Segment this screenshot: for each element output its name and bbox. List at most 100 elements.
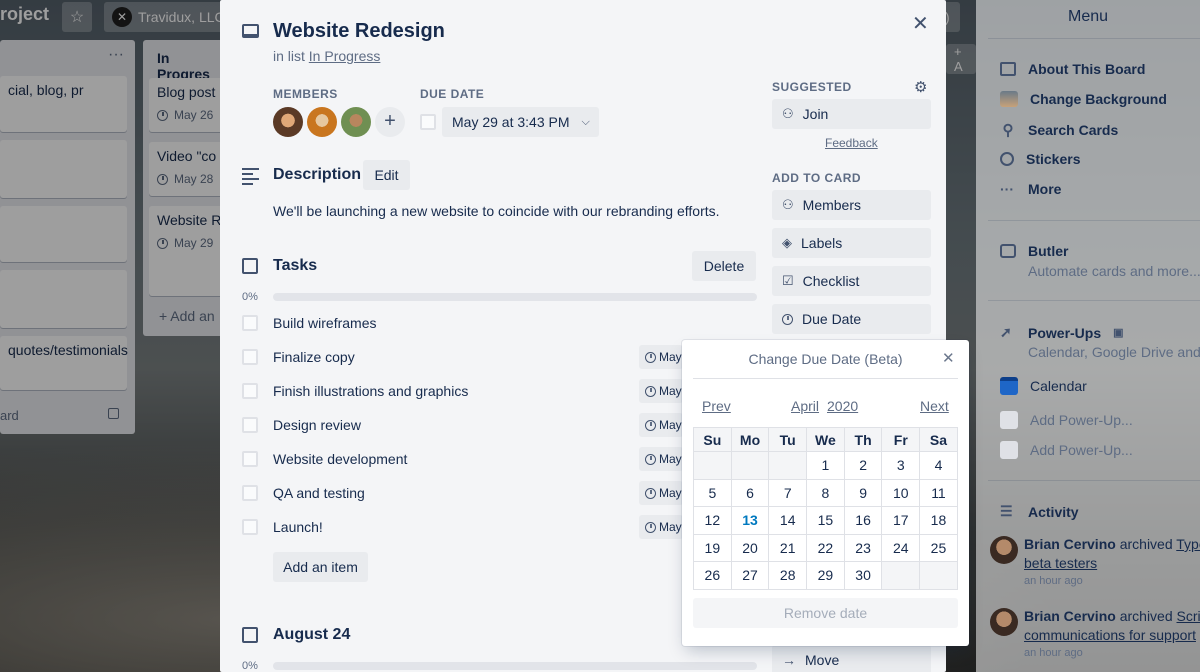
calendar-day[interactable]: 25 — [919, 533, 958, 562]
avatar[interactable] — [990, 608, 1018, 636]
calendar-day[interactable]: 24 — [881, 533, 921, 562]
activity-target[interactable]: Scrip — [1177, 608, 1200, 624]
activity-user[interactable]: Brian Cervino — [1024, 536, 1116, 552]
feedback-link[interactable]: Feedback — [825, 136, 878, 150]
power-up-calendar[interactable]: Calendar — [1000, 377, 1087, 395]
gear-icon[interactable]: ⚙ — [914, 78, 927, 96]
checklist-item-checkbox[interactable] — [242, 315, 258, 331]
item-due-badge[interactable]: May — [639, 481, 683, 505]
close-icon[interactable]: ✕ — [912, 14, 929, 34]
calendar-day[interactable]: 19 — [693, 533, 732, 562]
due-date-button[interactable]: May 29 at 3:43 PM ⌵ — [442, 107, 599, 137]
item-due-badge[interactable]: May — [639, 447, 683, 471]
calendar-day[interactable]: 9 — [843, 478, 883, 507]
menu-item-more[interactable]: ··· More — [1000, 181, 1061, 197]
due-date-side-button[interactable]: Due Date — [772, 304, 931, 334]
calendar-day[interactable]: 18 — [919, 506, 958, 535]
member-avatar[interactable] — [273, 107, 303, 137]
move-button[interactable]: → Move — [772, 645, 931, 672]
calendar-day[interactable]: 17 — [881, 506, 921, 535]
item-due-badge[interactable]: May — [639, 413, 683, 437]
calendar-day[interactable]: 29 — [806, 561, 845, 590]
card-title[interactable]: Website Redesign — [273, 20, 445, 43]
activity-target[interactable]: beta testers — [1024, 555, 1097, 571]
add-power-up[interactable]: Add Power-Up... — [1000, 441, 1133, 459]
activity-user[interactable]: Brian Cervino — [1024, 608, 1116, 624]
item-due-badge[interactable]: May — [639, 379, 683, 403]
edit-description-button[interactable]: Edit — [363, 160, 410, 190]
checklist-item-text[interactable]: Finalize copy — [273, 349, 355, 365]
calendar-day[interactable]: 1 — [806, 451, 845, 480]
menu-item-search-cards[interactable]: ⚲ Search Cards — [1000, 121, 1119, 139]
activity-time[interactable]: an hour ago — [1024, 575, 1083, 587]
members-button[interactable]: ⚇ Members — [772, 190, 931, 220]
calendar-day[interactable]: 4 — [919, 451, 958, 480]
month-select[interactable]: April — [791, 398, 819, 414]
calendar-day[interactable]: 13 — [730, 506, 770, 535]
calendar-day[interactable]: 10 — [881, 478, 921, 507]
avatar[interactable] — [990, 536, 1018, 564]
add-power-up[interactable]: Add Power-Up... — [1000, 411, 1133, 429]
calendar-day[interactable]: 2 — [843, 451, 883, 480]
calendar-day[interactable]: 26 — [693, 561, 732, 590]
calendar-day[interactable]: 7 — [768, 478, 808, 507]
calendar-day[interactable]: 21 — [768, 533, 808, 562]
member-avatar[interactable] — [307, 107, 337, 137]
checklist-item-checkbox[interactable] — [242, 485, 258, 501]
checklist-item-text[interactable]: Launch! — [273, 519, 323, 535]
checklist-item-checkbox[interactable] — [242, 383, 258, 399]
calendar-day[interactable]: 11 — [919, 478, 958, 507]
checklist-item-checkbox[interactable] — [242, 451, 258, 467]
calendar-day[interactable]: 8 — [806, 478, 845, 507]
calendar-day[interactable]: 14 — [768, 506, 808, 535]
add-member-button[interactable]: + — [375, 107, 405, 137]
menu-item-butler[interactable]: Butler — [1000, 243, 1068, 259]
activity-time[interactable]: an hour ago — [1024, 647, 1083, 659]
checklist-item-text[interactable]: Website development — [273, 451, 407, 467]
checklist-item-text[interactable]: Build wireframes — [273, 315, 376, 331]
menu-item-stickers[interactable]: Stickers — [1000, 151, 1080, 167]
calendar-day[interactable]: 28 — [768, 561, 808, 590]
join-button[interactable]: ⚇ Join — [772, 99, 931, 129]
calendar-day[interactable]: 23 — [843, 533, 883, 562]
checklist-item-text[interactable]: QA and testing — [273, 485, 365, 501]
description-text[interactable]: We'll be launching a new website to coin… — [273, 203, 720, 219]
checklist-item-checkbox[interactable] — [242, 519, 258, 535]
menu-item-about[interactable]: About This Board — [1000, 61, 1145, 77]
prev-month-button[interactable]: Prev — [702, 398, 731, 414]
in-list-prefix: in list — [273, 48, 305, 64]
remove-date-button[interactable]: Remove date — [693, 598, 958, 628]
item-due-badge[interactable]: May — [639, 345, 683, 369]
calendar-day[interactable]: 15 — [806, 506, 845, 535]
member-avatar[interactable] — [341, 107, 371, 137]
item-due-badge[interactable]: May — [639, 515, 683, 539]
menu-item-change-background[interactable]: Change Background — [1000, 91, 1167, 107]
calendar-day[interactable]: 27 — [730, 561, 770, 590]
add-item-button[interactable]: Add an item — [273, 552, 368, 582]
checklist-item-checkbox[interactable] — [242, 349, 258, 365]
calendar-day[interactable]: 5 — [693, 478, 732, 507]
calendar-day[interactable]: 12 — [693, 506, 732, 535]
calendar-day[interactable]: 16 — [843, 506, 883, 535]
activity-target[interactable]: communications for support — [1024, 627, 1196, 643]
list-link[interactable]: In Progress — [309, 48, 381, 64]
checklist-item-text[interactable]: Design review — [273, 417, 361, 433]
next-month-button[interactable]: Next — [920, 398, 949, 414]
labels-button[interactable]: ◈ Labels — [772, 228, 931, 258]
menu-item-power-ups[interactable]: ➚ Power-Ups ▣ — [1000, 324, 1124, 341]
calendar-day[interactable]: 22 — [806, 533, 845, 562]
calendar-day[interactable]: 3 — [881, 451, 921, 480]
checklist-item-checkbox[interactable] — [242, 417, 258, 433]
year-select[interactable]: 2020 — [827, 398, 858, 414]
calendar-day[interactable]: 20 — [730, 533, 770, 562]
calendar-day[interactable]: 6 — [730, 478, 770, 507]
checklist-button[interactable]: ☑ Checklist — [772, 266, 931, 296]
calendar-day[interactable]: 30 — [843, 561, 883, 590]
activity-target[interactable]: Type — [1176, 536, 1200, 552]
checklist-item-text[interactable]: Finish illustrations and graphics — [273, 383, 468, 399]
checklist-title[interactable]: August 24 — [273, 626, 350, 644]
checklist-title[interactable]: Tasks — [273, 257, 317, 275]
close-icon[interactable]: ✕ — [942, 349, 955, 367]
delete-checklist-button[interactable]: Delete — [692, 251, 756, 281]
due-complete-checkbox[interactable] — [420, 114, 436, 130]
